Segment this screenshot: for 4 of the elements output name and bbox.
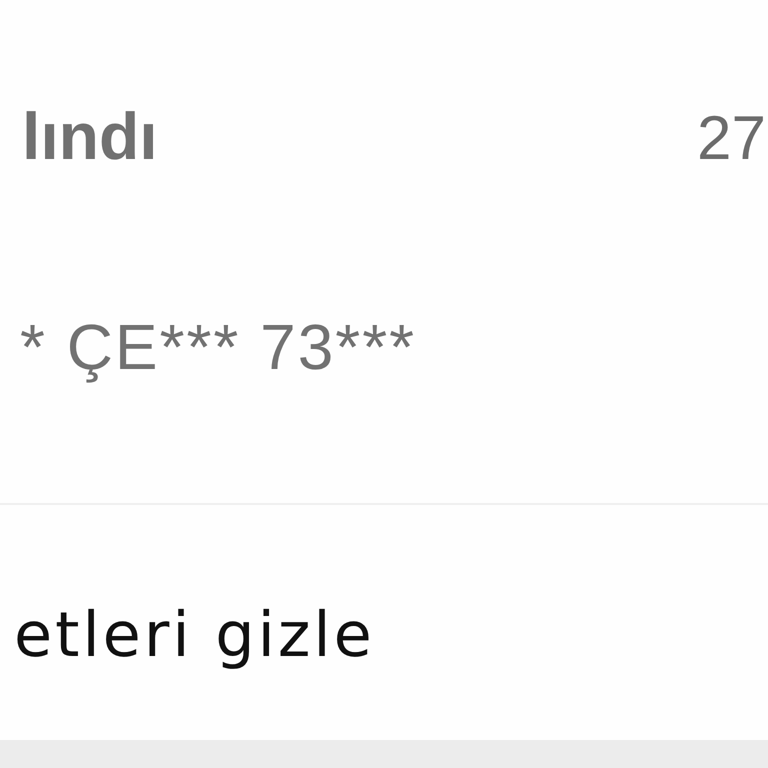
recipient-text: * ÇE*** 73*** (19, 310, 416, 385)
hide-details-link[interactable]: etleri gizle (14, 595, 375, 675)
status-label: lındı (22, 98, 158, 175)
date-text: 27 (697, 103, 766, 175)
